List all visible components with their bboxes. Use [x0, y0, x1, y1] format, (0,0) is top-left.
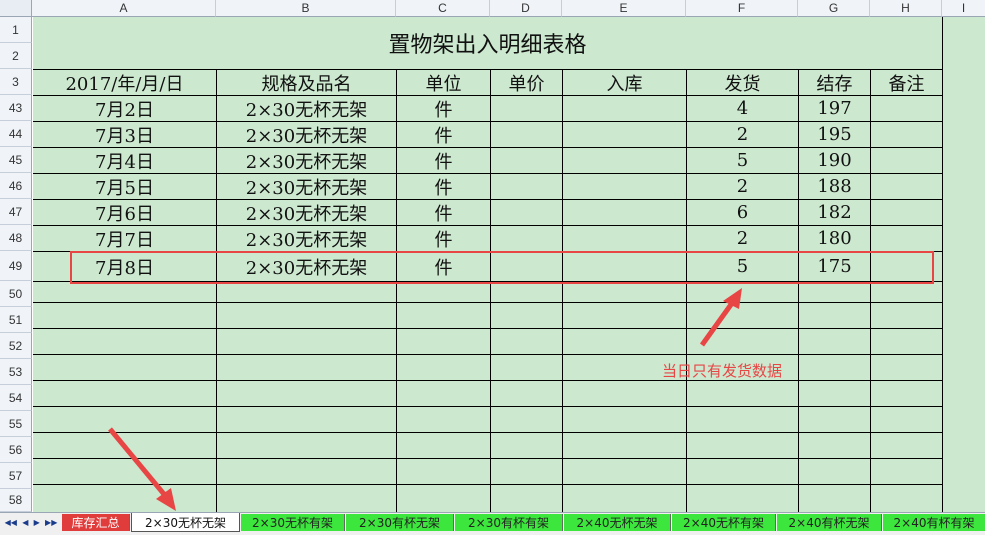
header-date[interactable]: 2017/年/月/日: [33, 70, 216, 95]
select-all-corner[interactable]: [0, 0, 32, 17]
row-header-45[interactable]: 45: [0, 147, 32, 173]
cell-out[interactable]: 2: [687, 226, 798, 251]
cell-stock[interactable]: 182: [799, 200, 870, 225]
row-header-56[interactable]: 56: [0, 437, 32, 463]
cell-spec[interactable]: 2×30无杯无架: [217, 174, 396, 199]
cell-date[interactable]: 7月2日: [33, 96, 216, 121]
last-sheet-icon[interactable]: ▶▶: [45, 518, 57, 527]
highlight-box: [70, 251, 934, 284]
row-header-52[interactable]: 52: [0, 333, 32, 359]
cell-out[interactable]: 5: [687, 148, 798, 173]
cell-out[interactable]: 6: [687, 200, 798, 225]
cell-unit[interactable]: 件: [397, 226, 490, 251]
cell-unit[interactable]: 件: [397, 148, 490, 173]
row-header-50[interactable]: 50: [0, 281, 32, 307]
cell-date[interactable]: 7月3日: [33, 122, 216, 147]
cell-stock[interactable]: 190: [799, 148, 870, 173]
grid-line: [870, 69, 871, 512]
cell-unit[interactable]: 件: [397, 200, 490, 225]
cell-out[interactable]: 4: [687, 96, 798, 121]
sheet-tab[interactable]: 2×30无杯有架: [241, 514, 345, 531]
cell-date[interactable]: 7月4日: [33, 148, 216, 173]
row-header-46[interactable]: 46: [0, 173, 32, 199]
column-header-i[interactable]: I: [942, 0, 985, 17]
header-out[interactable]: 发货: [687, 70, 798, 95]
prev-sheet-icon[interactable]: ◀: [22, 518, 28, 527]
column-header-c[interactable]: C: [396, 0, 490, 17]
column-header-f[interactable]: F: [686, 0, 798, 17]
cell-stock[interactable]: 197: [799, 96, 870, 121]
row-header-57[interactable]: 57: [0, 463, 32, 489]
row-header-58[interactable]: 58: [0, 489, 32, 512]
sheet-tab-active[interactable]: 2×30无杯无架: [131, 513, 240, 532]
grid-line: [942, 17, 943, 512]
row-header-47[interactable]: 47: [0, 199, 32, 225]
header-unit[interactable]: 单位: [397, 70, 490, 95]
sheet-tab[interactable]: 2×30有杯有架: [455, 514, 563, 531]
column-header-e[interactable]: E: [562, 0, 686, 17]
sheet-tab[interactable]: 2×40无杯有架: [672, 514, 776, 531]
row-header-51[interactable]: 51: [0, 307, 32, 333]
tab-navigation: ◀◀ ◀ ▶ ▶▶: [2, 514, 60, 531]
header-price[interactable]: 单价: [491, 70, 562, 95]
cell-out[interactable]: 2: [687, 174, 798, 199]
row-header-49[interactable]: 49: [0, 251, 32, 281]
sheet-tab[interactable]: 2×30有杯无架: [346, 514, 454, 531]
cell-stock[interactable]: 195: [799, 122, 870, 147]
sheet-tab[interactable]: 2×40无杯无架: [564, 514, 671, 531]
header-spec[interactable]: 规格及品名: [217, 70, 396, 95]
column-header-d[interactable]: D: [490, 0, 562, 17]
header-in[interactable]: 入库: [563, 70, 686, 95]
tab-arrow-icon: [108, 427, 176, 511]
cell-date[interactable]: 7月5日: [33, 174, 216, 199]
column-header-h[interactable]: H: [870, 0, 942, 17]
cell-spec[interactable]: 2×30无杯无架: [217, 200, 396, 225]
row-header-3[interactable]: 3: [0, 69, 32, 95]
row-header-1[interactable]: 1: [0, 17, 32, 43]
row-header-44[interactable]: 44: [0, 121, 32, 147]
row-header-48[interactable]: 48: [0, 225, 32, 251]
row-header-54[interactable]: 54: [0, 385, 32, 411]
cell-stock[interactable]: 188: [799, 174, 870, 199]
grid-line: [33, 302, 943, 303]
cell-spec[interactable]: 2×30无杯无架: [217, 148, 396, 173]
sheet-tab[interactable]: 2×40有杯无架: [777, 514, 882, 531]
annotation-text: 当日只有发货数据: [662, 362, 783, 380]
grid-line: [33, 354, 943, 355]
grid-line: [490, 69, 491, 512]
cell-stock[interactable]: 180: [799, 226, 870, 251]
cell-unit[interactable]: 件: [397, 122, 490, 147]
cell-spec[interactable]: 2×30无杯无架: [217, 96, 396, 121]
header-note[interactable]: 备注: [871, 70, 942, 95]
cell-spec[interactable]: 2×30无杯无架: [217, 226, 396, 251]
row-header-2[interactable]: 2: [0, 43, 32, 69]
annotation-arrow-icon: [699, 288, 742, 347]
row-header-53[interactable]: 53: [0, 359, 32, 385]
grid-line: [33, 380, 943, 381]
header-stock[interactable]: 结存: [799, 70, 870, 95]
row-header-43[interactable]: 43: [0, 95, 32, 121]
grid-line: [562, 69, 563, 512]
cell-date[interactable]: 7月7日: [33, 226, 216, 251]
sheet-tab[interactable]: 2×40有杯有架: [883, 514, 985, 531]
first-sheet-icon[interactable]: ◀◀: [5, 518, 17, 527]
column-header-b[interactable]: B: [216, 0, 396, 17]
cell-out[interactable]: 2: [687, 122, 798, 147]
cell-spec[interactable]: 2×30无杯无架: [217, 122, 396, 147]
sheet-tab-inventory-summary[interactable]: 库存汇总: [62, 514, 130, 531]
cell-unit[interactable]: 件: [397, 174, 490, 199]
column-header-g[interactable]: G: [798, 0, 870, 17]
cell-date[interactable]: 7月6日: [33, 200, 216, 225]
sheet-title[interactable]: 置物架出入明细表格: [33, 17, 942, 69]
grid-line: [33, 406, 943, 407]
column-header-a[interactable]: A: [32, 0, 216, 17]
next-sheet-icon[interactable]: ▶: [34, 518, 40, 527]
row-header-55[interactable]: 55: [0, 411, 32, 437]
cell-unit[interactable]: 件: [397, 96, 490, 121]
grid-line: [33, 328, 943, 329]
